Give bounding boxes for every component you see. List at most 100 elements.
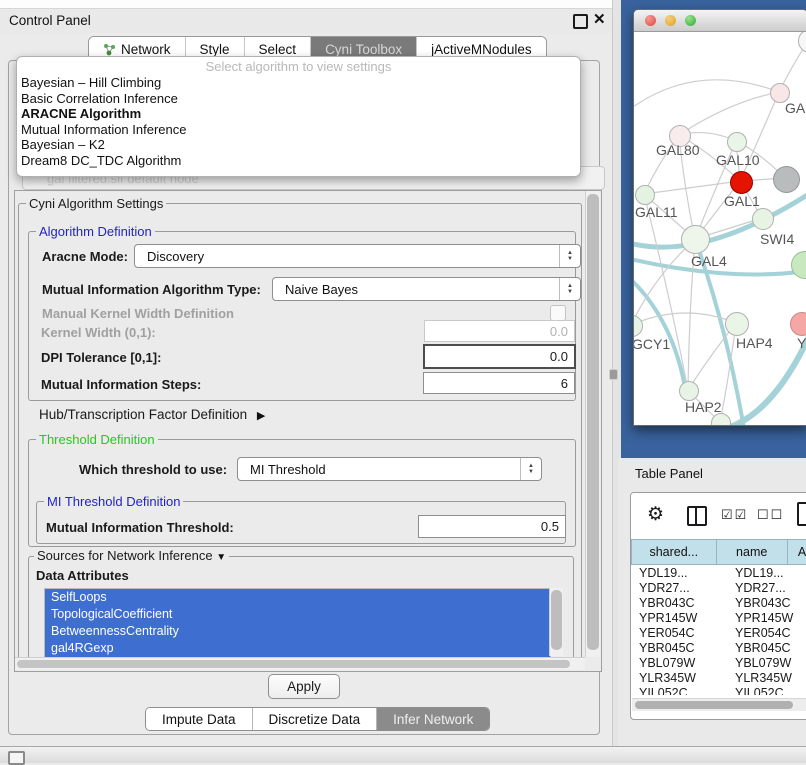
close-traffic-light[interactable] bbox=[645, 15, 656, 26]
hub-section-toggle[interactable]: Hub/Transcription Factor Definition ▶ bbox=[39, 407, 265, 422]
network-window: GAL80 GAL10 GAL GAL1 GAL11 SWI4 GAL4 GCY… bbox=[633, 9, 806, 426]
tab-discretize-data-label: Discretize Data bbox=[269, 712, 361, 727]
dropdown-prompt: Select algorithm to view settings bbox=[17, 59, 580, 75]
attribute-item-selected[interactable]: BetweennessCentrality bbox=[45, 623, 550, 640]
scrollbar-thumb[interactable] bbox=[17, 660, 570, 668]
attribute-list-scrollbar[interactable] bbox=[549, 588, 563, 656]
attribute-item-selected[interactable]: gal4RGexp bbox=[45, 640, 550, 657]
network-icon bbox=[103, 43, 116, 56]
hub-section-label: Hub/Transcription Factor Definition bbox=[39, 407, 247, 422]
node-swi4[interactable] bbox=[752, 208, 774, 230]
scrollbar-thumb[interactable] bbox=[551, 590, 562, 650]
cell-extra: 9. bbox=[801, 641, 806, 656]
tab-impute-data[interactable]: Impute Data bbox=[146, 708, 253, 730]
apply-button[interactable]: Apply bbox=[268, 674, 340, 699]
table-header: shared... name A bbox=[631, 539, 806, 565]
table-row[interactable]: YER054CYER054C8. bbox=[631, 626, 806, 641]
zoom-traffic-light[interactable] bbox=[685, 15, 696, 26]
dpi-tolerance-input[interactable]: 0.0 bbox=[423, 344, 576, 369]
select-all-checkboxes-icon[interactable]: ☑☑ bbox=[721, 507, 748, 523]
node-label: GAL1 bbox=[724, 193, 760, 209]
node-gal11[interactable] bbox=[635, 185, 655, 205]
cell-name: YBR043C bbox=[727, 596, 801, 611]
close-icon[interactable]: ✕ bbox=[593, 10, 606, 28]
document-icon[interactable] bbox=[797, 502, 806, 526]
cell-extra: 13 bbox=[801, 566, 806, 581]
columns-icon[interactable] bbox=[687, 506, 707, 526]
aracne-mode-combo[interactable]: Discovery ▲▼ bbox=[134, 244, 581, 268]
kernel-width-input[interactable]: 0.0 bbox=[424, 320, 575, 342]
minimize-traffic-light[interactable] bbox=[665, 15, 676, 26]
mi-steps-label: Mutual Information Steps: bbox=[41, 377, 201, 392]
tab-infer-network[interactable]: Infer Network bbox=[377, 708, 489, 730]
chevron-down-icon: ▼ bbox=[216, 552, 226, 563]
table-row[interactable]: YIL052CYIL052C9 bbox=[631, 686, 806, 695]
dropdown-item[interactable]: Dream8 DC_TDC Algorithm bbox=[17, 153, 580, 169]
settings-hscrollbar[interactable] bbox=[15, 657, 585, 670]
sources-legend-label: Sources for Network Inference bbox=[37, 548, 213, 563]
aracne-mode-label: Aracne Mode: bbox=[42, 249, 128, 264]
manual-kernel-checkbox[interactable] bbox=[550, 305, 566, 321]
cell-name: YBL079W bbox=[727, 656, 801, 671]
mi-steps-input[interactable]: 6 bbox=[423, 372, 575, 394]
node-label: GAL4 bbox=[691, 253, 727, 269]
attribute-item-selected[interactable]: SelfLoops bbox=[45, 589, 550, 606]
dropdown-item[interactable]: Bayesian – Hill Climbing bbox=[17, 75, 580, 91]
column-header-extra[interactable]: A bbox=[788, 539, 806, 565]
mi-threshold-input[interactable]: 0.5 bbox=[418, 515, 566, 538]
dropdown-item-highlighted[interactable]: ARACNE Algorithm bbox=[17, 106, 580, 122]
table-row[interactable]: YPR145WYPR145W9. bbox=[631, 611, 806, 626]
network-canvas[interactable]: GAL80 GAL10 GAL GAL1 GAL11 SWI4 GAL4 GCY… bbox=[634, 32, 806, 425]
node-gray[interactable] bbox=[773, 166, 800, 193]
cell-name: YBR045C bbox=[727, 641, 801, 656]
column-header-name[interactable]: name bbox=[717, 539, 788, 565]
which-threshold-combo[interactable]: MI Threshold ▲▼ bbox=[237, 457, 542, 481]
tab-select-label: Select bbox=[259, 42, 297, 57]
cell-shared: YBL079W bbox=[631, 656, 727, 671]
deselect-all-checkboxes-icon[interactable]: ☐☐ bbox=[757, 507, 784, 523]
table-row[interactable]: YDL19...YDL19...13 bbox=[631, 566, 806, 581]
cell-shared: YDR27... bbox=[631, 581, 727, 596]
dropdown-item[interactable]: Mutual Information Inference bbox=[17, 122, 580, 138]
tab-jactivemnodules-label: jActiveMNodules bbox=[431, 42, 532, 57]
tab-network-label: Network bbox=[121, 42, 171, 57]
tab-style-label: Style bbox=[200, 42, 230, 57]
mi-type-combo[interactable]: Naive Bayes ▲▼ bbox=[272, 277, 581, 301]
dropdown-item[interactable]: Basic Correlation Inference bbox=[17, 91, 580, 107]
table-row[interactable]: YDR27...YDR27...12 bbox=[631, 581, 806, 596]
table-row[interactable]: YLR345WYLR345W9. bbox=[631, 671, 806, 686]
splitter-handle-icon[interactable] bbox=[610, 370, 617, 379]
cell-shared: YPR145W bbox=[631, 611, 727, 626]
dpi-tolerance-label: DPI Tolerance [0,1]: bbox=[41, 350, 161, 365]
gear-icon[interactable]: ⚙ bbox=[647, 503, 664, 526]
sources-legend[interactable]: Sources for Network Inference ▼ bbox=[34, 548, 229, 563]
node-hap2[interactable] bbox=[679, 381, 699, 401]
node-gal1[interactable] bbox=[730, 171, 753, 194]
scrollbar-thumb[interactable] bbox=[635, 701, 793, 709]
table-row[interactable]: YBR045CYBR045C9. bbox=[631, 641, 806, 656]
mi-threshold-value: 0.5 bbox=[541, 519, 559, 534]
mi-steps-value: 6 bbox=[561, 376, 568, 391]
attribute-item-selected[interactable]: TopologicalCoefficient bbox=[45, 606, 550, 623]
node-hap4[interactable] bbox=[725, 312, 749, 336]
algorithm-definition-legend: Algorithm Definition bbox=[36, 224, 155, 239]
float-panel-icon[interactable] bbox=[573, 14, 588, 29]
tab-discretize-data[interactable]: Discretize Data bbox=[253, 708, 378, 730]
node-gal4[interactable] bbox=[681, 225, 710, 254]
node-label: Y bbox=[797, 335, 806, 351]
table-hscrollbar[interactable] bbox=[632, 698, 806, 711]
node-gal10[interactable] bbox=[727, 132, 747, 152]
cell-extra bbox=[801, 656, 806, 671]
scrollbar-thumb[interactable] bbox=[587, 194, 599, 650]
dropdown-item[interactable]: Bayesian – K2 bbox=[17, 137, 580, 153]
column-header-shared[interactable]: shared... bbox=[631, 539, 717, 565]
data-attributes-list: SelfLoops TopologicalCoefficient Between… bbox=[44, 588, 551, 658]
settings-vscrollbar[interactable] bbox=[585, 191, 600, 657]
bottom-tab-strip: Impute Data Discretize Data Infer Networ… bbox=[145, 707, 490, 731]
node-label: SWI4 bbox=[760, 231, 794, 247]
docked-panel-icon[interactable] bbox=[8, 751, 25, 765]
table-row[interactable]: YBL079WYBL079W bbox=[631, 656, 806, 671]
table-row[interactable]: YBR043CYBR043C bbox=[631, 596, 806, 611]
cell-shared: YBR045C bbox=[631, 641, 727, 656]
chevron-right-icon: ▶ bbox=[257, 410, 265, 422]
